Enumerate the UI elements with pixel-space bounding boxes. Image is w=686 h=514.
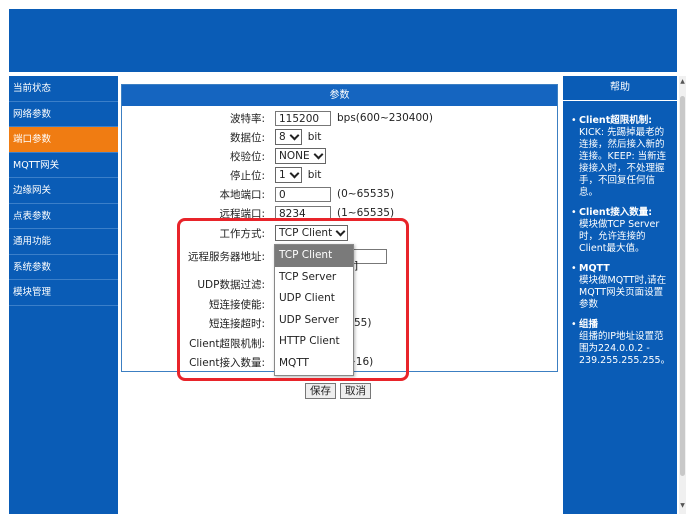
sidebar-item-edge[interactable]: 边缘网关 — [9, 178, 118, 204]
help-scrollbar[interactable]: ▲ ▼ — [679, 76, 686, 514]
chevron-down-icon — [289, 130, 300, 141]
help-item-text: 模块做MQTT时,请在MQTT网关页面设置参数 — [579, 275, 667, 310]
local-port-range: (0~65535) — [337, 188, 395, 200]
client-count-label: Client接入数量: — [189, 356, 265, 369]
save-button[interactable]: 保存 — [305, 383, 336, 399]
option-udp-client[interactable]: UDP Client — [275, 288, 353, 310]
stopbits-label: 停止位: — [229, 169, 265, 182]
option-tcp-client[interactable]: TCP Client — [275, 245, 353, 267]
sidebar-item-system[interactable]: 系统参数 — [9, 255, 118, 280]
client-limit-label: Client超限机制: — [189, 337, 265, 350]
databits-select[interactable]: 8 — [275, 129, 302, 145]
chevron-down-icon — [313, 149, 324, 160]
help-item: Client接入数量: 模块做TCP Server时，允许连接的Client最大… — [571, 207, 667, 255]
help-item-title: Client接入数量: — [579, 207, 653, 218]
help-item: 组播 组播的IP地址设置范围为224.0.0.2 - 239.255.255.2… — [571, 319, 671, 367]
remote-port-range: (1~65535) — [337, 207, 395, 219]
baud-label: 波特率: — [229, 112, 265, 125]
short-enable-label: 短连接使能: — [208, 298, 265, 311]
remote-port-label: 远程端口: — [219, 207, 265, 220]
option-tcp-server[interactable]: TCP Server — [275, 267, 353, 289]
sidebar-nav: 当前状态 网络参数 端口参数 MQTT网关 边缘网关 点表参数 通用功能 系统参… — [9, 76, 118, 514]
help-item-text: 模块做TCP Server时，允许连接的Client最大值。 — [579, 219, 660, 254]
help-item-text: 组播的IP地址设置范围为224.0.0.2 - 239.255.255.255。 — [579, 331, 671, 366]
stopbits-select[interactable]: 1 — [275, 167, 302, 183]
databits-unit: bit — [307, 131, 322, 143]
short-timeout-tail: 55) — [354, 317, 372, 329]
help-panel: 帮助 Client超限机制: KICK: 先踢掉最老的连接，然后接入新的连接。K… — [563, 76, 677, 514]
baud-unit: bps(600~230400) — [337, 112, 433, 124]
sidebar-item-points[interactable]: 点表参数 — [9, 204, 118, 229]
sidebar-item-general[interactable]: 通用功能 — [9, 229, 118, 255]
scroll-thumb[interactable] — [680, 96, 685, 476]
parity-select[interactable]: NONE — [275, 148, 326, 164]
help-title: 帮助 — [563, 76, 677, 101]
local-port-label: 本地端口: — [219, 188, 265, 201]
scroll-up-icon[interactable]: ▲ — [679, 78, 686, 85]
option-http-client[interactable]: HTTP Client — [275, 331, 353, 353]
databits-value: 8 — [279, 131, 286, 143]
databits-label: 数据位: — [229, 131, 265, 144]
top-banner — [9, 9, 677, 72]
sidebar-item-network[interactable]: 网络参数 — [9, 102, 118, 127]
help-item-title: MQTT — [579, 263, 610, 274]
help-item: Client超限机制: KICK: 先踢掉最老的连接，然后接入新的连接。KEEP… — [571, 115, 667, 199]
scroll-down-icon[interactable]: ▼ — [679, 502, 686, 509]
sidebar-item-mqtt[interactable]: MQTT网关 — [9, 153, 118, 178]
work-mode-select[interactable]: TCP Client — [275, 225, 349, 241]
parity-label: 校验位: — [229, 150, 265, 163]
chevron-down-icon — [335, 226, 346, 237]
sidebar-item-port[interactable]: 端口参数 — [9, 127, 118, 153]
help-item-title: Client超限机制: — [579, 115, 653, 126]
option-mqtt[interactable]: MQTT — [275, 353, 353, 375]
baud-input[interactable]: 115200 — [275, 110, 331, 126]
stopbits-unit: bit — [307, 169, 322, 181]
params-title: 参数 — [122, 85, 557, 106]
sidebar-item-module[interactable]: 模块管理 — [9, 280, 118, 306]
remote-server-tail: ] — [354, 260, 359, 272]
work-mode-dropdown[interactable]: TCP Client TCP Server UDP Client UDP Ser… — [274, 244, 354, 376]
help-item: MQTT 模块做MQTT时,请在MQTT网关页面设置参数 — [571, 263, 667, 311]
cancel-button[interactable]: 取消 — [340, 383, 371, 399]
remote-port-input[interactable]: 8234 — [275, 205, 331, 221]
work-mode-value: TCP Client — [279, 227, 333, 239]
chevron-down-icon — [289, 168, 300, 179]
remote-server-label: 远程服务器地址: — [187, 250, 265, 263]
local-port-input[interactable]: 0 — [275, 186, 331, 202]
option-udp-server[interactable]: UDP Server — [275, 310, 353, 332]
udp-filter-label: UDP数据过滤: — [197, 278, 265, 291]
parity-value: NONE — [279, 150, 310, 162]
work-mode-label: 工作方式: — [219, 227, 265, 240]
stopbits-value: 1 — [279, 169, 286, 181]
help-item-text: KICK: 先踢掉最老的连接，然后接入新的连接。KEEP: 当新连接接入时，不处… — [579, 127, 667, 198]
short-timeout-label: 短连接超时: — [208, 317, 265, 330]
help-item-title: 组播 — [579, 319, 599, 330]
sidebar-item-status[interactable]: 当前状态 — [9, 76, 118, 102]
